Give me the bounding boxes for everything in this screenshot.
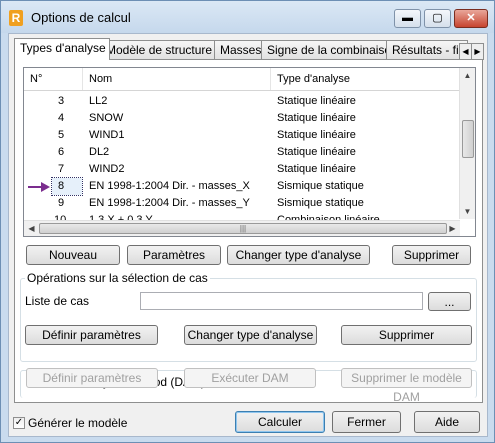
- row-number: 3: [58, 95, 65, 107]
- vertical-scroll-thumb[interactable]: [462, 120, 474, 158]
- selection-change-analysis-type-button[interactable]: Changer type d'analyse: [184, 325, 317, 345]
- close-button[interactable]: Fermer: [332, 411, 401, 433]
- list-horizontal-scrollbar[interactable]: ◀ ||| ▶: [24, 220, 460, 236]
- list-row[interactable]: 9 EN 1998-1:2004 Dir. - masses_Y Sismiqu…: [24, 195, 460, 212]
- run-dam-button[interactable]: Exécuter DAM: [184, 368, 316, 388]
- tab-scroll-right-icon[interactable]: ▶: [471, 43, 484, 60]
- row-number: 9: [58, 197, 65, 209]
- window-title: Options de calcul: [31, 10, 131, 25]
- generate-model-checkbox[interactable]: ✓: [13, 417, 25, 429]
- case-list-label: Liste de cas: [25, 294, 90, 308]
- generate-model-label: Générer le modèle: [28, 416, 128, 430]
- dialog-client-area: Types d'analyse Modèle de structure Mass…: [8, 33, 488, 437]
- row-type: Statique linéaire: [277, 146, 356, 158]
- row-type: Sismique statique: [277, 197, 364, 209]
- row-name: WIND1: [89, 129, 125, 141]
- tab-resultats[interactable]: Résultats - fil: [386, 40, 468, 59]
- row-number: 5: [58, 129, 65, 141]
- maximize-button[interactable]: ▢: [424, 9, 451, 28]
- delete-button[interactable]: Supprimer: [392, 245, 471, 265]
- delete-dam-model-button[interactable]: Supprimer le modèle DAM: [341, 368, 472, 404]
- row-number: 8: [51, 177, 83, 196]
- row-type: Statique linéaire: [277, 129, 356, 141]
- tab-modele-structure[interactable]: Modèle de structure: [100, 40, 224, 59]
- row-number: 4: [58, 112, 65, 124]
- list-row[interactable]: 4 SNOW Statique linéaire: [24, 110, 460, 127]
- row-number: 6: [58, 146, 65, 158]
- row-type: Statique linéaire: [277, 112, 356, 124]
- minimize-button[interactable]: ▬: [394, 9, 421, 28]
- row-type: Sismique statique: [277, 180, 364, 192]
- analysis-cases-list[interactable]: N° Nom Type d'analyse 3 LL2 Statique lin…: [23, 67, 476, 237]
- selection-delete-button[interactable]: Supprimer: [341, 325, 472, 345]
- row-name: LL2: [89, 95, 108, 107]
- selection-operations-group: Opérations sur la sélection de cas Liste…: [20, 271, 477, 362]
- list-row[interactable]: 6 DL2 Statique linéaire: [24, 144, 460, 161]
- row-name: EN 1998-1:2004 Dir. - masses_Y: [89, 197, 250, 209]
- row-type: Statique linéaire: [277, 95, 356, 107]
- column-header-number[interactable]: N°: [24, 68, 83, 90]
- list-header: N° Nom Type d'analyse: [24, 68, 460, 91]
- tab-panel: N° Nom Type d'analyse 3 LL2 Statique lin…: [14, 59, 483, 403]
- case-list-input[interactable]: [140, 292, 423, 310]
- selection-operations-title: Opérations sur la sélection de cas: [25, 271, 210, 285]
- browse-cases-button[interactable]: ...: [428, 292, 471, 311]
- scroll-up-icon[interactable]: ▲: [460, 68, 475, 83]
- horizontal-scroll-thumb[interactable]: |||: [39, 223, 447, 234]
- row-name: SNOW: [89, 112, 124, 124]
- selection-arrow-icon: [28, 182, 50, 192]
- scroll-right-icon[interactable]: ▶: [445, 221, 460, 236]
- dialog-window: R Options de calcul ▬ ▢ ✕ Types d'analys…: [0, 0, 495, 443]
- parameters-button[interactable]: Paramètres: [127, 245, 221, 265]
- change-analysis-type-button[interactable]: Changer type d'analyse: [227, 245, 370, 265]
- column-header-type[interactable]: Type d'analyse: [271, 68, 459, 90]
- app-icon: R: [9, 10, 23, 26]
- column-header-name[interactable]: Nom: [83, 68, 271, 90]
- row-type: Statique linéaire: [277, 163, 356, 175]
- compute-button[interactable]: Calculer: [235, 411, 325, 433]
- scroll-grip-icon: |||: [239, 224, 247, 233]
- new-button[interactable]: Nouveau: [26, 245, 120, 265]
- title-bar[interactable]: R Options de calcul ▬ ▢ ✕: [1, 1, 494, 33]
- list-vertical-scrollbar[interactable]: ▲ ▼: [459, 68, 475, 219]
- scroll-left-icon[interactable]: ◀: [24, 221, 39, 236]
- define-parameters-button[interactable]: Définir paramètres: [25, 325, 158, 345]
- list-row[interactable]: 5 WIND1 Statique linéaire: [24, 127, 460, 144]
- tab-types-analyse[interactable]: Types d'analyse: [14, 38, 110, 60]
- tab-signe-combinaison[interactable]: Signe de la combinaison: [261, 40, 396, 59]
- row-name: WIND2: [89, 163, 125, 175]
- row-name: DL2: [89, 146, 110, 158]
- row-number: 7: [58, 163, 65, 175]
- row-name: EN 1998-1:2004 Dir. - masses_X: [89, 180, 250, 192]
- close-window-button[interactable]: ✕: [454, 9, 488, 28]
- list-row[interactable]: 3 LL2 Statique linéaire: [24, 93, 460, 110]
- dam-define-parameters-button[interactable]: Définir paramètres: [26, 368, 158, 388]
- list-row[interactable]: 7 WIND2 Statique linéaire: [24, 161, 460, 178]
- list-row-selected[interactable]: 8 EN 1998-1:2004 Dir. - masses_X Sismiqu…: [24, 177, 460, 196]
- help-button[interactable]: Aide: [414, 411, 480, 433]
- scroll-down-icon[interactable]: ▼: [460, 204, 475, 219]
